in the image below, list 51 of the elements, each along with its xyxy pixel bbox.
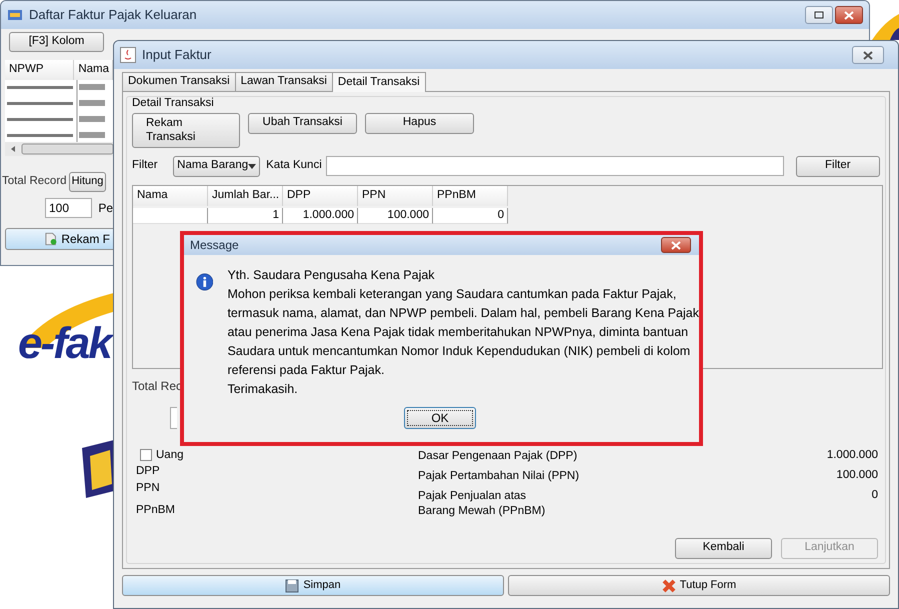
filter-label: Filter [132, 159, 159, 174]
nav-button[interactable]: Kembali [675, 538, 772, 559]
logo-text: e-fak [18, 322, 111, 366]
action-button[interactable]: Ubah Transaksi [248, 112, 357, 134]
count-button[interactable]: Hitung [68, 172, 106, 192]
toolbar-button[interactable]: [F3] Kolom [9, 32, 104, 52]
column-header[interactable]: DPP [283, 186, 358, 206]
summary-label: Pajak Pertambahan Nilai (PPN) [418, 468, 580, 484]
keyword-label: Kata Kunci [266, 159, 322, 174]
window-title: Daftar Faktur Pajak Keluaran [29, 7, 197, 23]
summary-label: Dasar Pengenaan Pajak (DPP) [418, 448, 578, 464]
summary-label: DPP [136, 465, 160, 480]
message-line: Yth. Saudara Pengusaha Kena Pajak [227, 267, 436, 284]
tab[interactable]: Lawan Transaksi [234, 72, 333, 91]
message-line: Terimakasih. [227, 381, 299, 398]
message-line: referensi pada Faktur Pajak. [227, 362, 386, 379]
action-button[interactable]: Hapus [365, 112, 474, 134]
filter-button[interactable]: Filter [796, 156, 880, 177]
checkbox-label: Uang [156, 448, 184, 462]
ok-button[interactable]: OK [404, 407, 476, 429]
table-cell: 100.000 [358, 208, 433, 224]
message-line: Mohon periksa kembali keterangan yang Saudara cantumkan pada Faktur Pajak, [227, 286, 678, 303]
bottom-button[interactable]: Simpan [122, 575, 504, 596]
message-line: Saudara untuk mencantumkan Nomor Induk Kependudukan (NIK) pembeli di kolom [227, 343, 692, 360]
summary-value: 0 [872, 488, 878, 502]
message-line: termasuk nama, alamat, dan NPWP pembeli. Dalam hal, pembeli Barang Kena Pajak [227, 305, 699, 322]
summary-value: 100.000 [836, 468, 878, 482]
summary-label: Pajak Penjualan atas Barang Mewah (PPnBM) [418, 488, 546, 519]
page-size-field[interactable]: 100 [45, 198, 92, 218]
column-header[interactable]: Jumlah Bar... [208, 186, 283, 206]
tab[interactable]: Detail Transaksi [332, 72, 426, 92]
summary-label: PPnBM [136, 504, 175, 518]
window-title: Input Faktur [142, 47, 212, 63]
column-header[interactable]: PPnBM [433, 186, 508, 206]
filter-dropdown[interactable]: Nama Barang [173, 156, 260, 177]
column-header[interactable]: Nama [133, 186, 208, 206]
action-button[interactable]: Rekam Transaksi [132, 112, 240, 148]
table-cell: 1.000.000 [283, 208, 358, 224]
bottom-button[interactable]: Tutup Form [508, 575, 890, 596]
table-cell: 1 [208, 208, 283, 224]
column-header[interactable]: PPN [358, 186, 433, 206]
column-header[interactable]: NPWP [5, 60, 74, 80]
table-cell: 0 [433, 208, 508, 224]
dialog-title: Message [190, 238, 239, 252]
summary-value: 1.000.000 [826, 448, 878, 462]
tab[interactable]: Dokumen Transaksi [122, 72, 236, 91]
column-header[interactable]: Nama [74, 60, 113, 80]
page-label: Pe [98, 200, 113, 216]
summary-label: PPN [136, 482, 160, 496]
message-line: atau penerima Jasa Kena Pajak tidak memberitahukan NPWPnya, diminta bantuan [227, 324, 690, 341]
total-record-label: Total Record [2, 175, 67, 189]
